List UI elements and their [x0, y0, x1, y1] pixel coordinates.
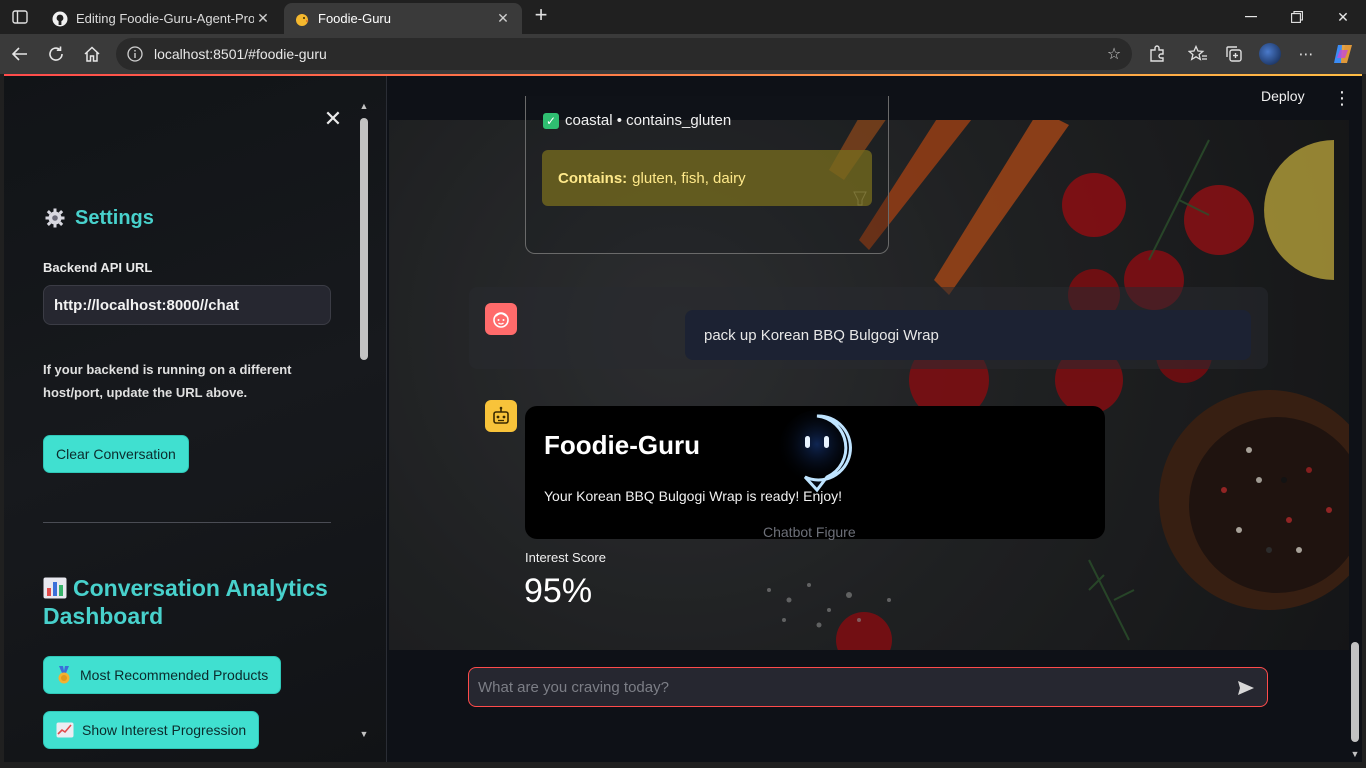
- bot-avatar-icon: [485, 400, 517, 432]
- allergen-box: Contains: gluten, fish, dairy: [542, 150, 872, 206]
- info-icon[interactable]: [126, 45, 144, 63]
- scrollbar-thumb[interactable]: [360, 118, 368, 360]
- close-icon[interactable]: ✕: [254, 10, 272, 28]
- trending-chart-icon: [56, 722, 74, 738]
- analytics-dashboard-heading: Conversation Analytics Dashboard: [43, 574, 333, 630]
- sidebar-scrollbar[interactable]: ▲ ▼: [358, 98, 370, 742]
- scroll-down-icon[interactable]: ▼: [358, 728, 370, 740]
- extensions-icon[interactable]: [1145, 42, 1169, 66]
- settings-heading: Settings: [43, 206, 154, 230]
- url-text: localhost:8501/#foodie-guru: [154, 46, 327, 62]
- deploy-button[interactable]: Deploy: [1261, 88, 1305, 104]
- bar-chart-icon: [43, 577, 67, 599]
- chat-input-placeholder: What are you craving today?: [478, 678, 669, 696]
- sidebar-divider: [43, 522, 331, 523]
- scroll-up-icon[interactable]: ▲: [358, 100, 370, 112]
- scroll-down-icon[interactable]: ▼: [1349, 748, 1361, 760]
- interest-score-value: 95%: [524, 572, 593, 610]
- interest-score-label: Interest Score: [525, 550, 606, 565]
- contains-label: Contains:: [558, 169, 628, 187]
- clear-conversation-button[interactable]: Clear Conversation: [43, 435, 189, 473]
- favorite-star-icon[interactable]: ☆: [1104, 44, 1124, 64]
- home-icon[interactable]: [77, 39, 107, 69]
- main-menu-icon[interactable]: ⋮: [1333, 88, 1351, 108]
- backend-url-input[interactable]: http://localhost:8000//chat: [43, 285, 331, 325]
- minimize-icon[interactable]: [1228, 0, 1274, 34]
- tab-github-editing[interactable]: Editing Foodie-Guru-Agent-Project ✕: [42, 3, 282, 34]
- interest-progression-label: Show Interest Progression: [82, 722, 247, 738]
- most-recommended-products-button[interactable]: Most Recommended Products: [43, 656, 282, 694]
- back-icon[interactable]: [5, 39, 35, 69]
- chick-icon: [294, 11, 310, 27]
- analytics-dashboard-title: Conversation Analytics Dashboard: [43, 575, 328, 629]
- profile-avatar[interactable]: [1258, 42, 1282, 66]
- checkmark-icon: ✓: [543, 112, 559, 129]
- address-bar[interactable]: localhost:8501/#foodie-guru ☆: [116, 38, 1132, 70]
- bot-name: Foodie-Guru: [544, 430, 700, 460]
- chatbot-figure-icon: [779, 410, 855, 496]
- user-avatar-icon: [485, 303, 517, 335]
- more-options-icon[interactable]: ⋯: [1294, 42, 1318, 66]
- favorites-icon[interactable]: [1186, 42, 1210, 66]
- main-scrollbar[interactable]: ▼: [1349, 642, 1361, 762]
- bot-message-text: Your Korean BBQ Bulgogi Wrap is ready! E…: [544, 488, 843, 504]
- sidebar-close-icon[interactable]: ✕: [322, 108, 344, 130]
- tab-title: Foodie-Guru: [318, 11, 391, 26]
- user-message-bubble: pack up Korean BBQ Bulgogi Wrap: [685, 310, 1251, 360]
- main-content: Deploy ⋮ ✓ coastal • contains_gluten Con…: [386, 76, 1362, 762]
- restore-icon[interactable]: [1274, 0, 1320, 34]
- tags-text: coastal • contains_gluten: [565, 112, 732, 129]
- tab-title: Editing Foodie-Guru-Agent-Project: [76, 11, 254, 26]
- medal-icon: [58, 666, 70, 684]
- sidebar: ✕ Settings Backend API URL http://localh…: [4, 76, 386, 762]
- collections-icon[interactable]: [1222, 42, 1246, 66]
- backend-url-label: Backend API URL: [43, 260, 153, 275]
- most-recommended-label: Most Recommended Products: [80, 667, 269, 683]
- chat-input-area: What are you craving today?: [387, 650, 1362, 762]
- show-interest-progression-button[interactable]: Show Interest Progression: [43, 711, 260, 749]
- browser-toolbar: localhost:8501/#foodie-guru ☆ ⋯: [0, 34, 1366, 74]
- browser-tab-bar: Editing Foodie-Guru-Agent-Project ✕ Food…: [0, 0, 1366, 34]
- send-icon[interactable]: [1235, 677, 1257, 699]
- product-tags: ✓ coastal • contains_gluten: [543, 112, 731, 129]
- gear-icon: [43, 206, 67, 230]
- contains-value: gluten, fish, dairy: [632, 169, 746, 187]
- settings-title: Settings: [75, 206, 154, 229]
- chat-input[interactable]: What are you craving today?: [468, 667, 1268, 707]
- github-icon: [52, 11, 68, 27]
- tab-foodie-guru[interactable]: Foodie-Guru ✕: [284, 3, 522, 34]
- bot-message-card: Foodie-Guru Your Korean BBQ Bulgogi Wrap…: [525, 406, 1105, 540]
- chatbot-figure-caption: Chatbot Figure: [763, 524, 856, 540]
- scrollbar-thumb[interactable]: [1351, 642, 1359, 742]
- tab-actions-icon[interactable]: [8, 6, 32, 28]
- copilot-icon[interactable]: [1331, 42, 1355, 66]
- close-icon[interactable]: ✕: [494, 10, 512, 28]
- reload-icon[interactable]: [41, 39, 71, 69]
- backend-help-text: If your backend is running on a differen…: [43, 362, 292, 400]
- new-tab-icon[interactable]: +: [530, 4, 552, 27]
- window-close-icon[interactable]: ✕: [1320, 0, 1366, 34]
